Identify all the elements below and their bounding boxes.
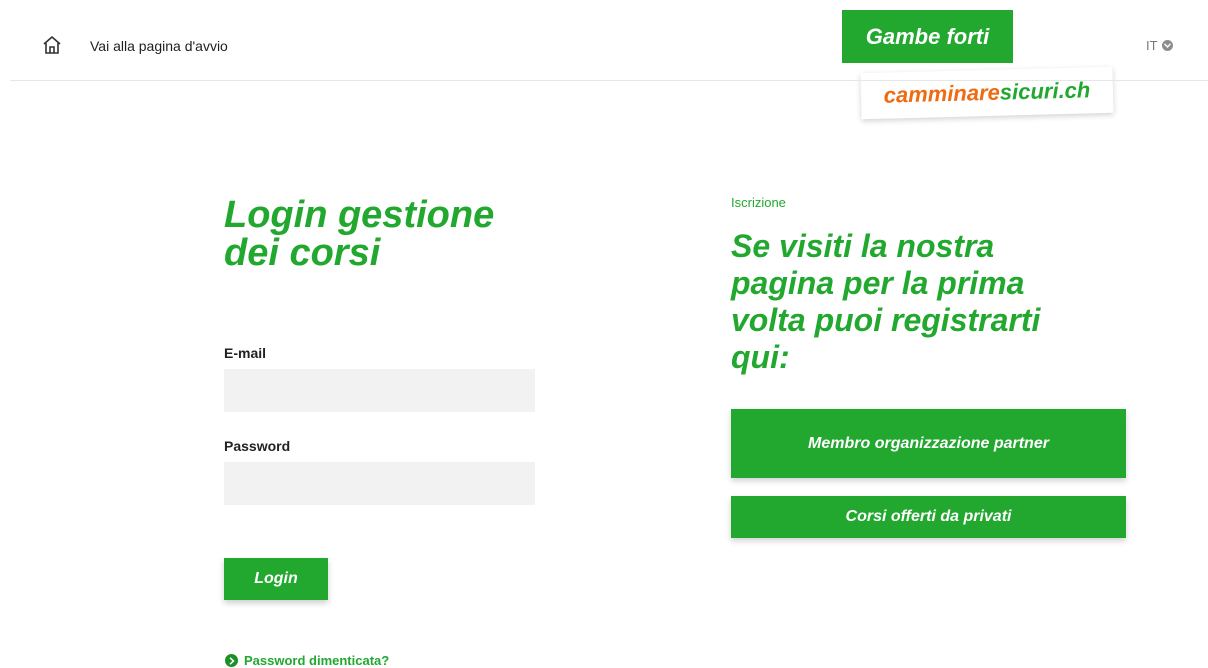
home-link[interactable]: Vai alla pagina d'avvio	[90, 38, 228, 54]
login-button[interactable]: Login	[224, 558, 328, 600]
registration-kicker: Iscrizione	[731, 195, 786, 210]
header: Vai alla pagina d'avvio Gambe forti camm…	[0, 0, 1208, 120]
logo-bottom-text-a: camminare	[883, 79, 1001, 108]
partner-member-label: Membro organizzazione partner	[808, 434, 1049, 452]
forgot-password-link[interactable]: Password dimenticata?	[225, 653, 389, 668]
header-divider	[10, 80, 1208, 81]
partner-member-button[interactable]: Membro organizzazione partner	[731, 409, 1126, 478]
logo-camminaresicuri[interactable]: camminare sicuri.ch	[860, 66, 1114, 120]
registration-title: Se visiti la nostra pagina per la prima …	[731, 228, 1041, 375]
forgot-password-label: Password dimenticata?	[244, 653, 390, 668]
email-field[interactable]	[224, 369, 535, 412]
logo-top-text: Gambe forti	[865, 23, 990, 49]
email-label: E-mail	[224, 345, 267, 361]
login-title: Login gestione dei corsi	[224, 194, 495, 274]
private-courses-label: Corsi offerti da privati	[845, 508, 1012, 525]
password-field[interactable]	[224, 462, 535, 505]
home-icon[interactable]	[42, 35, 62, 55]
logo-gambe-forti[interactable]: Gambe forti	[842, 10, 1013, 63]
language-label: IT	[1146, 38, 1158, 53]
chevron-down-icon	[1161, 40, 1173, 51]
chevron-right-icon	[225, 654, 238, 667]
language-selector[interactable]: IT	[1146, 38, 1173, 53]
password-label: Password	[224, 438, 291, 454]
private-courses-button[interactable]: Corsi offerti da privati	[731, 496, 1126, 538]
logo-bottom-text-b: sicuri.ch	[999, 77, 1091, 105]
